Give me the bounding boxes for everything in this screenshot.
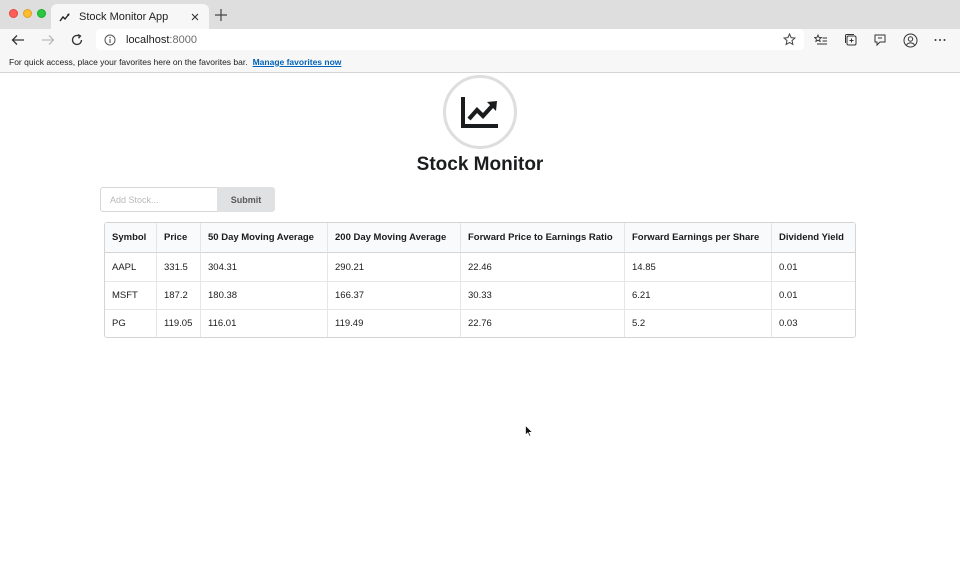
app-logo (443, 75, 517, 149)
window-zoom-button[interactable] (37, 9, 46, 18)
column-header-dividend-yield[interactable]: Dividend Yield (771, 223, 855, 253)
add-stock-input[interactable] (100, 187, 218, 212)
cell-200-day-ma: 290.21 (327, 253, 460, 281)
cell-forward-eps: 6.21 (624, 281, 771, 309)
cell-200-day-ma: 166.37 (327, 281, 460, 309)
table-row: AAPL 331.5 304.31 290.21 22.46 14.85 0.0… (105, 253, 855, 281)
mouse-cursor-icon (525, 424, 534, 437)
cell-symbol: AAPL (112, 261, 137, 273)
submit-button[interactable]: Submit (217, 187, 275, 212)
page-content: Stock Monitor Submit Symbol Price 50 Day… (0, 74, 960, 585)
chart-line-up-icon (461, 97, 498, 128)
cell-forward-pe: 22.46 (460, 253, 624, 281)
column-header-price[interactable]: Price (156, 223, 200, 253)
table-row: PG 119.05 116.01 119.49 22.76 5.2 0.03 (105, 309, 855, 337)
cell-forward-eps: 5.2 (624, 309, 771, 337)
cell-50-day-ma: 116.01 (200, 309, 327, 337)
cell-symbol: PG (105, 309, 156, 337)
profile-avatar-icon[interactable] (902, 32, 918, 48)
cell-forward-pe: 22.76 (460, 309, 624, 337)
browser-tab-active[interactable]: Stock Monitor App (51, 4, 209, 29)
cell-dividend-yield: 0.03 (771, 309, 855, 337)
browser-tabstrip: Stock Monitor App (0, 0, 960, 29)
window-minimize-button[interactable] (23, 9, 32, 18)
refresh-icon[interactable] (69, 32, 85, 48)
cell-forward-pe: 30.33 (460, 281, 624, 309)
address-port: :8000 (169, 33, 197, 46)
favorites-bar-hint: For quick access, place your favorites h… (9, 56, 248, 67)
cell-dividend-yield: 0.01 (771, 253, 855, 281)
stock-table: Symbol Price 50 Day Moving Average 200 D… (104, 222, 856, 338)
browser-toolbar: localhost :8000 (0, 29, 960, 51)
cell-200-day-ma: 119.49 (327, 309, 460, 337)
tab-title: Stock Monitor App (79, 10, 169, 23)
cell-price: 331.5 (156, 253, 200, 281)
table-row: MSFT 187.2 180.38 166.37 30.33 6.21 0.01 (105, 281, 855, 309)
cell-forward-eps: 14.85 (624, 253, 771, 281)
site-info-icon[interactable] (104, 34, 116, 46)
address-host: localhost (126, 33, 170, 46)
cell-price: 119.05 (156, 309, 200, 337)
cell-symbol: MSFT (105, 281, 156, 309)
column-header-symbol[interactable]: Symbol (105, 223, 156, 253)
collections-icon[interactable] (843, 32, 859, 48)
page-title: Stock Monitor (416, 154, 544, 175)
favorites-list-icon[interactable] (813, 32, 829, 48)
back-arrow-icon[interactable] (10, 32, 26, 48)
address-bar[interactable]: localhost :8000 (96, 29, 804, 50)
column-header-forward-pe[interactable]: Forward Price to Earnings Ratio (460, 223, 624, 253)
add-favorite-star-icon[interactable] (782, 32, 797, 46)
tab-close-icon[interactable] (189, 11, 201, 23)
column-header-200-day-ma[interactable]: 200 Day Moving Average (327, 223, 460, 253)
cell-50-day-ma: 304.31 (200, 253, 327, 281)
table-header-row: Symbol Price 50 Day Moving Average 200 D… (105, 223, 855, 253)
column-header-50-day-ma[interactable]: 50 Day Moving Average (200, 223, 327, 253)
manage-favorites-link[interactable]: Manage favorites now (253, 57, 342, 67)
more-menu-icon[interactable] (932, 32, 948, 48)
window-close-button[interactable] (9, 9, 18, 18)
cell-price: 187.2 (156, 281, 200, 309)
cell-50-day-ma: 180.38 (200, 281, 327, 309)
favorites-bar: For quick access, place your favorites h… (0, 51, 960, 73)
column-header-forward-eps[interactable]: Forward Earnings per Share (624, 223, 771, 253)
cell-dividend-yield: 0.01 (771, 281, 855, 309)
chart-favicon-icon (59, 11, 71, 23)
forward-arrow-icon[interactable] (40, 32, 56, 48)
new-tab-plus-icon[interactable] (214, 8, 228, 22)
feedback-icon[interactable] (872, 32, 888, 48)
